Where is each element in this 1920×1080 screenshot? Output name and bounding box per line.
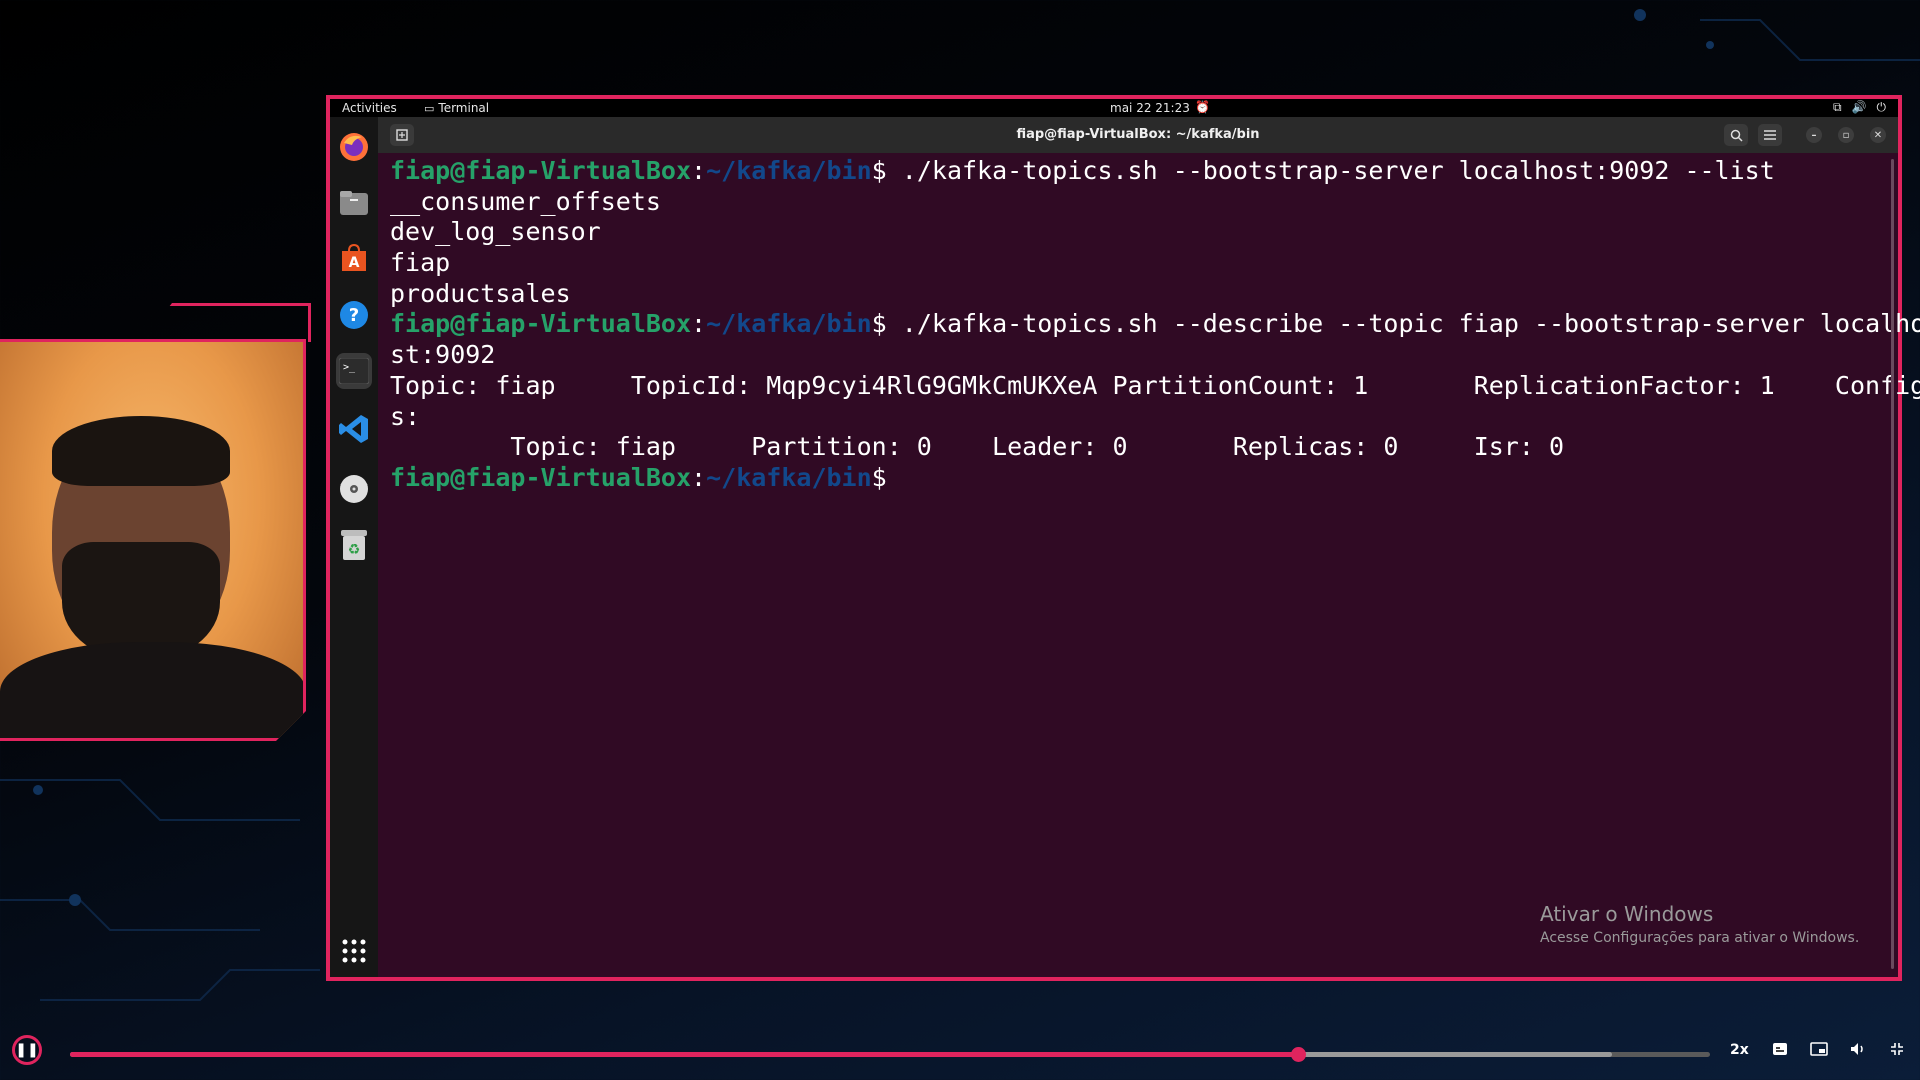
- terminal-line-output: __consumer_offsets: [390, 186, 661, 216]
- prompt-sign: $: [871, 309, 887, 339]
- dock: A ? >_ ♻: [330, 117, 378, 977]
- volume-icon: 🔊: [1851, 100, 1867, 114]
- terminal-line-command: fiap@fiap-VirtualBox:~/kafka/bin$ ./kafk…: [390, 309, 1920, 340]
- terminal-line-prompt: fiap@fiap-VirtualBox:~/kafka/bin$: [390, 463, 1898, 494]
- terminal-small-icon: ▭: [424, 101, 435, 115]
- help-icon[interactable]: ?: [336, 297, 372, 333]
- alarm-icon: ⏰: [1195, 100, 1210, 114]
- minimize-icon: –: [1811, 129, 1817, 141]
- app-menu[interactable]: ▭ Terminal: [424, 101, 489, 115]
- played-progress: [70, 1052, 1299, 1057]
- network-icon: ⧉: [1832, 100, 1842, 114]
- prompt-colon: :: [691, 462, 707, 492]
- software-icon[interactable]: A: [336, 241, 372, 277]
- svg-text:A: A: [349, 255, 360, 271]
- seek-bar[interactable]: [70, 1047, 1710, 1062]
- menu-button[interactable]: [1758, 124, 1782, 146]
- prompt-path: ~/kafka/bin: [706, 156, 872, 185]
- app-menu-label: Terminal: [438, 101, 490, 115]
- prompt-user: fiap@fiap-VirtualBox: [390, 156, 692, 185]
- terminal-title: fiap@fiap-VirtualBox: ~/kafka/bin: [1016, 127, 1260, 142]
- close-icon: ✕: [1873, 129, 1883, 141]
- picture-in-picture-icon: [1810, 1042, 1828, 1056]
- terminal-line-output: productsales: [390, 278, 571, 308]
- presenter-hair: [52, 416, 230, 486]
- minimize-button[interactable]: –: [1806, 127, 1822, 143]
- virtual-machine-window: Activities ▭ Terminal mai 22 21:23 ⏰ ⧉ 🔊…: [326, 95, 1920, 981]
- prompt-colon: :: [691, 309, 707, 339]
- exit-fullscreen-button[interactable]: [1890, 1042, 1904, 1060]
- pip-button[interactable]: [1810, 1042, 1828, 1060]
- prompt-sign: $: [871, 156, 887, 185]
- terminal-icon[interactable]: >_: [336, 353, 372, 389]
- hamburger-icon: [1764, 130, 1776, 140]
- pause-icon: ❚❚: [15, 1042, 39, 1058]
- clock[interactable]: mai 22 21:23: [1110, 101, 1190, 115]
- svg-text:♻: ♻: [348, 542, 361, 558]
- volume-icon: [1851, 1043, 1863, 1055]
- command-text: ./kafka-topics.sh --describe --topic fia…: [886, 309, 1920, 339]
- terminal-output[interactable]: fiap@fiap-VirtualBox:~/kafka/bin$ ./kafk…: [378, 153, 1920, 977]
- firefox-icon[interactable]: [336, 129, 372, 165]
- svg-text:>_: >_: [343, 362, 356, 373]
- prompt-path: ~/kafka/bin: [706, 309, 872, 339]
- vscode-icon[interactable]: [336, 411, 372, 447]
- terminal-header-bar: fiap@fiap-VirtualBox: ~/kafka/bin – ▫ ✕: [378, 117, 1898, 153]
- prompt-path: ~/kafka/bin: [706, 462, 872, 492]
- restore-icon: ▫: [1842, 129, 1850, 141]
- volume-button[interactable]: [1850, 1042, 1866, 1060]
- prompt-sign: $: [871, 462, 887, 492]
- presenter-shirt: [0, 642, 306, 741]
- trash-icon[interactable]: ♻: [336, 527, 372, 563]
- windows-activation-watermark: Ativar o Windows Acesse Configurações pa…: [1540, 902, 1859, 946]
- power-icon: ⏻: [1876, 100, 1887, 114]
- subtitles-button[interactable]: [1772, 1042, 1788, 1060]
- watermark-title: Ativar o Windows: [1540, 902, 1714, 926]
- prompt-user: fiap@fiap-VirtualBox: [390, 462, 692, 492]
- terminal-line-output: st:9092: [390, 340, 496, 370]
- captions-icon: [1773, 1043, 1787, 1055]
- terminal-line-output: Topic: fiap TopicId: Mqp9cyi4RlG9GMkCmUK…: [390, 370, 1920, 400]
- seek-handle[interactable]: [1291, 1047, 1307, 1062]
- terminal-line-output: s:: [390, 401, 421, 431]
- search-button[interactable]: [1724, 124, 1748, 146]
- terminal-line-output: Topic: fiap Partition: 0 Leader: 0 Repli…: [390, 432, 1564, 462]
- exit-fullscreen-icon: [1891, 1043, 1903, 1055]
- terminal-line-output: dev_log_sensor: [390, 217, 601, 247]
- terminal-line-output: fiap: [390, 248, 451, 278]
- activities-button[interactable]: Activities: [342, 101, 397, 115]
- command-text: ./kafka-topics.sh --bootstrap-server loc…: [886, 156, 1775, 185]
- speed-button[interactable]: 2x: [1730, 1042, 1749, 1058]
- watermark-subtitle: Acesse Configurações para ativar o Windo…: [1540, 930, 1860, 946]
- maximize-button[interactable]: ▫: [1838, 127, 1854, 143]
- terminal-scrollbar[interactable]: [1891, 159, 1894, 969]
- prompt-colon: :: [691, 156, 707, 185]
- disc-icon[interactable]: [336, 471, 372, 507]
- app-grid-icon[interactable]: [336, 933, 372, 969]
- close-button[interactable]: ✕: [1870, 127, 1886, 143]
- search-icon: [1730, 129, 1743, 142]
- files-icon[interactable]: [336, 185, 372, 221]
- pause-button[interactable]: ❚❚: [12, 1035, 42, 1065]
- video-player-controls: ❚❚ 2x: [0, 1026, 1920, 1080]
- prompt-user: fiap@fiap-VirtualBox: [390, 309, 692, 339]
- svg-text:?: ?: [349, 305, 359, 326]
- system-tray[interactable]: ⧉ 🔊 ⏻: [1833, 100, 1886, 115]
- gnome-top-bar: Activities ▭ Terminal mai 22 21:23 ⏰ ⧉ 🔊…: [330, 99, 1898, 117]
- terminal-line-command: fiap@fiap-VirtualBox:~/kafka/bin$ ./kafk…: [390, 156, 1898, 187]
- webcam-feed: [0, 339, 306, 741]
